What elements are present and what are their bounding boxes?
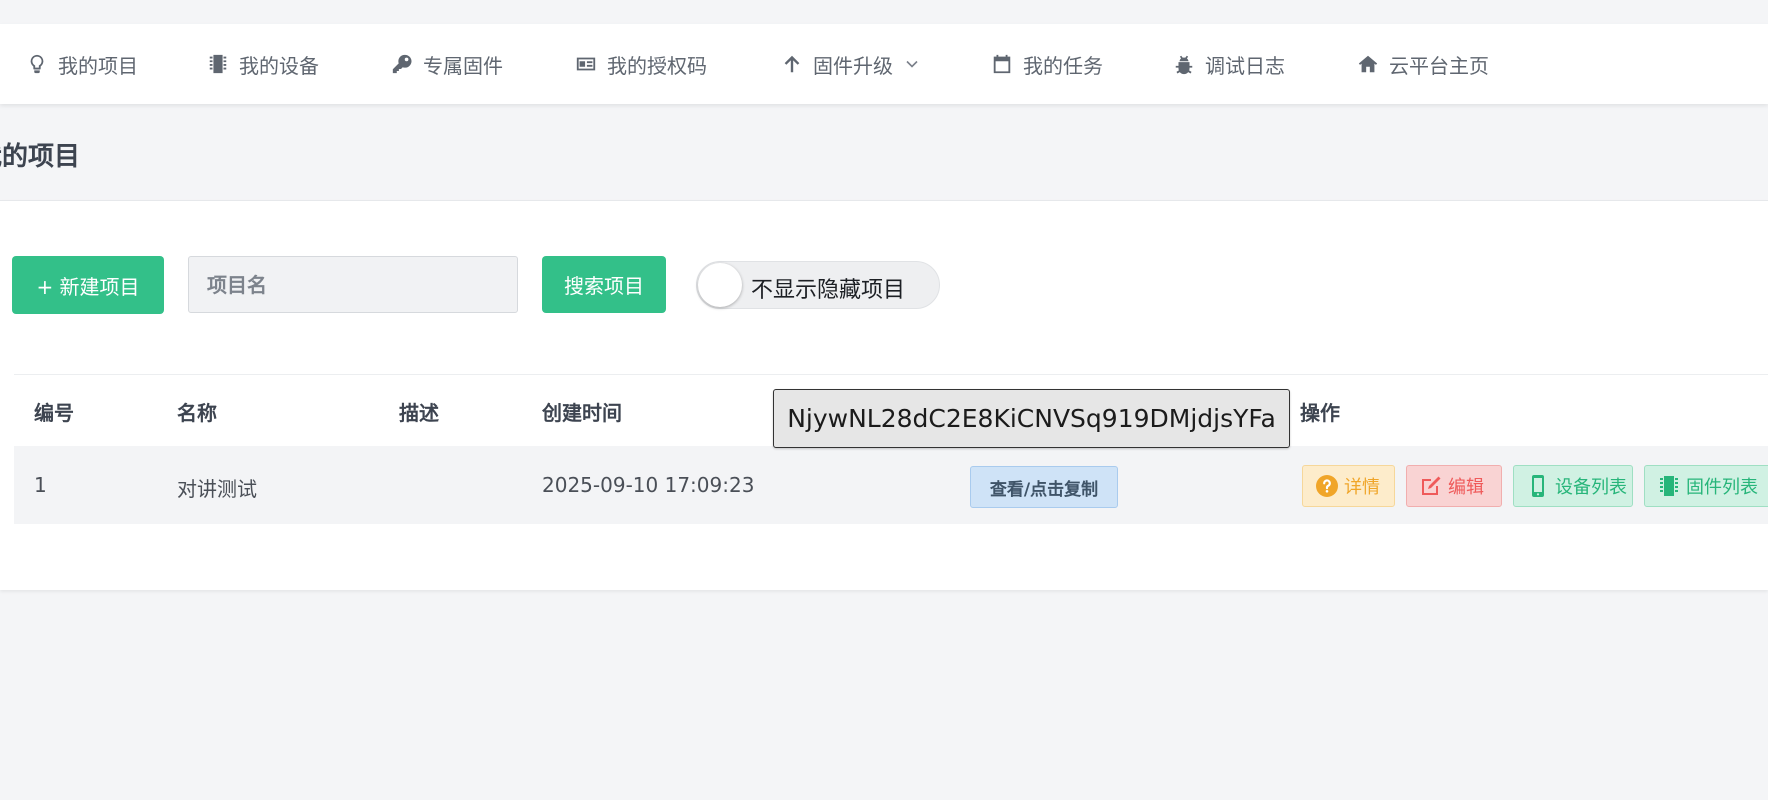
id-card-icon [576,57,596,71]
detail-button[interactable]: 详情 [1302,465,1395,507]
question-circle-icon [1316,475,1338,497]
nav-my-devices[interactable]: 我的设备 [207,24,319,104]
chip-icon [209,54,227,74]
edit-button[interactable]: 编辑 [1406,465,1502,507]
nav-label: 我的任务 [1023,53,1103,78]
column-header-id: 编号 [34,401,74,425]
firmware-list-label: 固件列表 [1686,477,1758,498]
key-tooltip: NjywNL28dC2E8KiCNVSq919DMjdjsYFa [773,389,1290,448]
column-header-description: 描述 [399,401,439,425]
nav-debug-log[interactable]: 调试日志 [1173,24,1285,104]
chip-icon [1660,476,1678,496]
mobile-icon [1532,475,1544,497]
toggle-label: 不显示隐藏项目 [751,278,906,303]
nav-cloud-home[interactable]: 云平台主页 [1357,24,1489,104]
edit-icon [1422,476,1441,495]
edit-label: 编辑 [1448,477,1484,498]
column-header-name: 名称 [177,401,217,425]
cell-id: 1 [34,473,47,497]
lightbulb-icon [30,54,44,74]
firmware-list-button[interactable]: 固件列表 [1644,465,1768,507]
new-project-button[interactable]: + 新建项目 [12,256,164,314]
search-project-button[interactable]: 搜索项目 [542,256,666,313]
detail-label: 详情 [1344,477,1380,498]
nav-label: 固件升级 [813,53,893,78]
device-list-button[interactable]: 设备列表 [1513,465,1633,507]
table-row: 1 对讲测试 2025-09-10 17:09:23 查看/点击复制 详情 编辑… [14,446,1768,524]
page-title: 我的项目 [0,142,81,172]
nav-label: 我的授权码 [607,53,707,78]
nav-label: 调试日志 [1205,53,1285,78]
nav-my-auth-codes[interactable]: 我的授权码 [575,24,707,104]
calendar-icon [993,54,1011,74]
column-header-actions: 操作 [1300,401,1340,425]
device-list-label: 设备列表 [1555,477,1627,498]
view-copy-key-button[interactable]: 查看/点击复制 [970,466,1118,508]
toggle-knob [698,263,742,307]
project-name-input[interactable] [188,256,518,313]
nav-my-projects[interactable]: 我的项目 [26,24,138,104]
cell-created: 2025-09-10 17:09:23 [542,473,755,497]
nav-label: 专属固件 [423,53,503,78]
nav-my-tasks[interactable]: 我的任务 [991,24,1103,104]
nav-firmware-upgrade[interactable]: 固件升级 [781,24,919,104]
top-navbar: 我的项目 我的设备 专属固件 我的授权码 固件升级 我的任务 调试日志 云平台主… [0,24,1768,104]
home-icon [1358,55,1378,73]
cell-name: 对讲测试 [177,477,257,501]
hide-hidden-projects-toggle[interactable]: 不显示隐藏项目 [696,261,940,309]
arrow-up-icon [784,55,800,73]
nav-label: 我的设备 [239,53,319,78]
chevron-down-icon [906,60,918,68]
key-icon [392,54,412,74]
column-header-created: 创建时间 [542,401,622,425]
nav-label: 云平台主页 [1389,53,1489,78]
nav-exclusive-firmware[interactable]: 专属固件 [391,24,503,104]
nav-label: 我的项目 [58,53,138,78]
bug-icon [1175,55,1193,75]
